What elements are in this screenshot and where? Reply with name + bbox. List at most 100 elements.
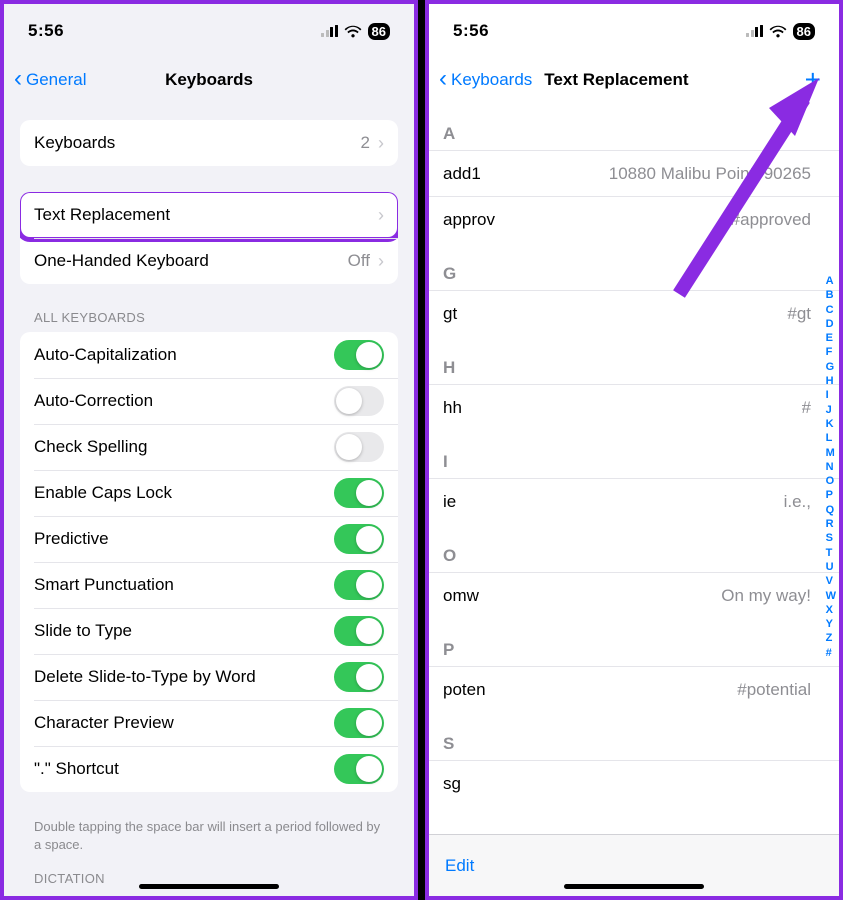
shortcut-text: approv — [443, 210, 495, 230]
replacement-row[interactable]: add1 10880 Malibu Point, 90265 — [429, 150, 839, 196]
section-header: H — [429, 336, 839, 384]
index-letter[interactable]: Y — [826, 617, 836, 631]
shortcut-text: sg — [443, 774, 461, 794]
group-all-keyboards-toggles: Auto-Capitalization Auto-Correction Check … — [20, 332, 398, 792]
status-bar: 5:56 86 — [4, 4, 414, 58]
replacement-row[interactable]: approv#approved — [429, 196, 839, 242]
toggle-row[interactable]: Delete Slide-to-Type by Word — [20, 654, 398, 700]
index-letter[interactable]: Q — [826, 503, 836, 517]
index-letter[interactable]: W — [826, 589, 836, 603]
index-letter[interactable]: X — [826, 603, 836, 617]
index-letter[interactable]: T — [826, 546, 836, 560]
toggle-row[interactable]: Character Preview — [20, 700, 398, 746]
row-text-replacement[interactable]: Text Replacement › — [20, 192, 398, 238]
wifi-icon — [344, 25, 362, 38]
section-header: I — [429, 430, 839, 478]
footer-note: Double tapping the space bar will insert… — [34, 818, 384, 853]
toggle-row[interactable]: Auto-Capitalization — [20, 332, 398, 378]
back-button[interactable]: ‹Keyboards — [429, 68, 532, 92]
chevron-right-icon: › — [378, 251, 384, 272]
index-letter[interactable]: U — [826, 560, 836, 574]
home-indicator[interactable] — [564, 884, 704, 889]
section-header: O — [429, 524, 839, 572]
section-header: G — [429, 242, 839, 290]
phrase-text: # — [802, 398, 811, 418]
home-indicator[interactable] — [139, 884, 279, 889]
index-letter[interactable]: L — [826, 431, 836, 445]
row-value: 2 — [361, 133, 370, 153]
toggle-switch[interactable] — [334, 616, 384, 646]
shortcut-text: gt — [443, 304, 457, 324]
toggle-row[interactable]: Slide to Type — [20, 608, 398, 654]
add-button[interactable]: + — [805, 66, 839, 94]
index-letter[interactable]: M — [826, 446, 836, 460]
cellular-icon — [321, 25, 338, 37]
replacement-row[interactable]: gt#gt — [429, 290, 839, 336]
replacement-row[interactable]: hh# — [429, 384, 839, 430]
back-button[interactable]: ‹General — [4, 68, 86, 92]
replacement-row[interactable]: poten#potential — [429, 666, 839, 712]
page-title: Text Replacement — [544, 70, 688, 90]
toggle-row[interactable]: Predictive — [20, 516, 398, 562]
index-letter[interactable]: P — [826, 488, 836, 502]
index-letter[interactable]: J — [826, 403, 836, 417]
replacement-row[interactable]: omwOn my way! — [429, 572, 839, 618]
toggle-switch[interactable] — [334, 570, 384, 600]
index-letter[interactable]: B — [826, 288, 836, 302]
row-one-handed-keyboard[interactable]: One-Handed Keyboard Off › — [20, 238, 398, 284]
phrase-text: 10880 Malibu Point, 90265 — [609, 164, 811, 184]
toggle-row[interactable]: "." Shortcut — [20, 746, 398, 792]
index-letter[interactable]: F — [826, 345, 836, 359]
shortcut-text: add1 — [443, 164, 481, 184]
toggle-switch[interactable] — [334, 478, 384, 508]
index-letter[interactable]: E — [826, 331, 836, 345]
status-time: 5:56 — [28, 21, 64, 41]
index-letter[interactable]: H — [826, 374, 836, 388]
index-letter[interactable]: S — [826, 531, 836, 545]
toggle-switch[interactable] — [334, 662, 384, 692]
replacement-row[interactable]: iei.e., — [429, 478, 839, 524]
edit-button[interactable]: Edit — [445, 856, 474, 876]
index-letter[interactable]: K — [826, 417, 836, 431]
battery-indicator: 86 — [793, 23, 815, 40]
nav-bar: ‹Keyboards Text Replacement + — [429, 58, 839, 102]
index-letter[interactable]: # — [826, 646, 836, 660]
index-letter[interactable]: R — [826, 517, 836, 531]
toggle-switch[interactable] — [334, 754, 384, 784]
index-letter[interactable]: V — [826, 574, 836, 588]
index-letter[interactable]: O — [826, 474, 836, 488]
index-letter[interactable]: D — [826, 317, 836, 331]
toggle-switch[interactable] — [334, 340, 384, 370]
toggle-row[interactable]: Smart Punctuation — [20, 562, 398, 608]
toggle-switch[interactable] — [334, 386, 384, 416]
phrase-text: i.e., — [784, 492, 811, 512]
shortcut-text: omw — [443, 586, 479, 606]
toggle-switch[interactable] — [334, 708, 384, 738]
status-bar: 5:56 86 — [429, 4, 839, 58]
toggle-row[interactable]: Check Spelling — [20, 424, 398, 470]
replacement-row[interactable]: sg — [429, 760, 839, 806]
group-keyboards: Keyboards 2 › — [20, 120, 398, 166]
screenshot-text-replacement: 5:56 86 ‹Keyboards Text Replacement + Aa… — [425, 0, 843, 900]
index-letter[interactable]: G — [826, 360, 836, 374]
toggle-label: "." Shortcut — [34, 759, 119, 779]
toggle-label: Predictive — [34, 529, 109, 549]
toggle-switch[interactable] — [334, 524, 384, 554]
alphabet-index[interactable]: ABCDEFGHIJKLMNOPQRSTUVWXYZ# — [826, 274, 836, 660]
row-keyboards[interactable]: Keyboards 2 › — [20, 120, 398, 166]
row-label: Text Replacement — [34, 205, 170, 225]
toggle-label: Auto-Correction — [34, 391, 153, 411]
group-text-options: Text Replacement › One-Handed Keyboard O… — [20, 192, 398, 284]
toggle-row[interactable]: Enable Caps Lock — [20, 470, 398, 516]
toggle-row[interactable]: Auto-Correction — [20, 378, 398, 424]
row-label: One-Handed Keyboard — [34, 251, 209, 271]
index-letter[interactable]: C — [826, 303, 836, 317]
index-letter[interactable]: N — [826, 460, 836, 474]
toggle-switch[interactable] — [334, 432, 384, 462]
index-letter[interactable]: Z — [826, 631, 836, 645]
index-letter[interactable]: A — [826, 274, 836, 288]
index-letter[interactable]: I — [826, 388, 836, 402]
toggle-label: Character Preview — [34, 713, 174, 733]
chevron-right-icon: › — [378, 133, 384, 154]
toggle-label: Smart Punctuation — [34, 575, 174, 595]
